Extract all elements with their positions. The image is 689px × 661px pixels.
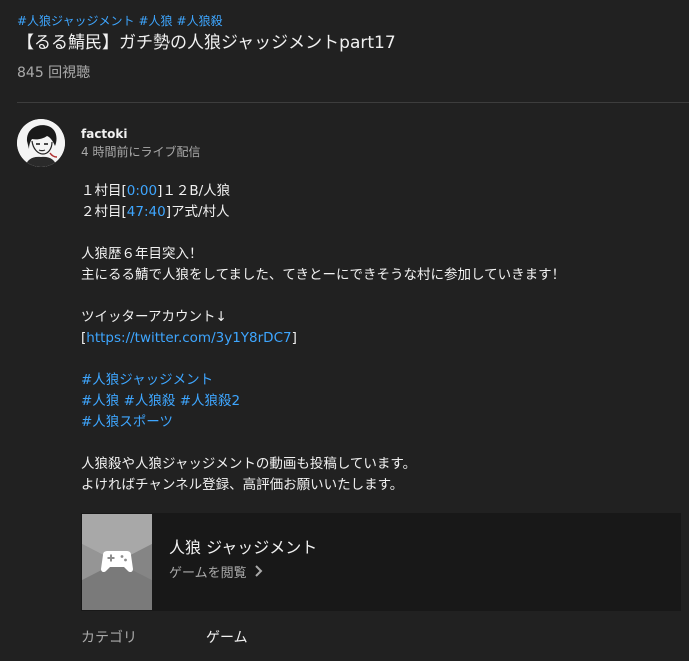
twitter-link[interactable]: https://twitter.com/3y1Y8rDC7 <box>86 330 291 346</box>
outro-line: 人狼殺や人狼ジャッジメントの動画も投稿しています。 <box>81 456 417 472</box>
top-hashtags: #人狼ジャッジメント #人狼 #人狼殺 <box>17 13 227 29</box>
intro-line: 人狼歴６年目突入！ <box>81 246 203 262</box>
category-label: カテゴリ <box>81 630 137 646</box>
hashtag-link[interactable]: #人狼 <box>138 14 172 28</box>
village-line-1: １村目[0:00]１２B/人狼 <box>81 183 231 199</box>
timestamp-link[interactable]: 47:40 <box>127 204 166 220</box>
hashtag-row: #人狼スポーツ <box>81 412 671 433</box>
publish-meta: 4 時間前にライブ配信 <box>81 145 201 159</box>
browse-game-label: ゲームを閲覧 <box>169 566 247 581</box>
hashtag-link[interactable]: #人狼殺 <box>124 393 176 409</box>
game-card[interactable]: 人狼 ジャッジメント ゲームを閲覧 <box>81 513 681 611</box>
game-title[interactable]: 人狼 ジャッジメント <box>169 537 317 559</box>
twitter-line: [https://twitter.com/3y1Y8rDC7] <box>81 330 297 346</box>
divider <box>17 102 689 103</box>
hashtag-row: #人狼 #人狼殺 #人狼殺2 <box>81 391 671 412</box>
hashtag-link[interactable]: #人狼 <box>81 393 119 409</box>
hashtag-link[interactable]: #人狼殺2 <box>180 393 240 409</box>
game-thumbnail-art <box>82 514 152 610</box>
hashtag-row: #人狼ジャッジメント <box>81 370 671 391</box>
avatar[interactable] <box>17 119 65 167</box>
timestamp-link[interactable]: 0:00 <box>127 183 157 199</box>
description: １村目[0:00]１２B/人狼 ２村目[47:40]ア式/村人 人狼歴６年目突入… <box>81 181 671 496</box>
view-count: 845 回視聴 <box>17 65 91 81</box>
video-description-page: #人狼ジャッジメント #人狼 #人狼殺 【るる鯖民】ガチ勢の人狼ジャッジメントpar… <box>0 0 689 661</box>
avatar-portrait-icon <box>17 119 65 167</box>
intro-line: 主にるる鯖で人狼をしてました、てきとーにできそうな村に参加していきます！ <box>81 267 566 283</box>
channel-name[interactable]: factoki <box>81 125 128 143</box>
hashtag-link[interactable]: #人狼ジャッジメント <box>17 14 134 28</box>
outro-line: よければチャンネル登録、高評価お願いいたします。 <box>81 477 404 493</box>
browse-game-link[interactable]: ゲームを閲覧 <box>169 565 263 583</box>
twitter-heading: ツイッターアカウント↓ <box>81 309 227 325</box>
hashtag-link[interactable]: #人狼スポーツ <box>81 414 173 430</box>
chevron-right-icon <box>253 565 263 583</box>
video-title: 【るる鯖民】ガチ勢の人狼ジャッジメントpart17 <box>17 33 396 53</box>
category-value[interactable]: ゲーム <box>206 628 248 648</box>
hashtag-link[interactable]: #人狼殺 <box>177 14 223 28</box>
hashtag-link[interactable]: #人狼ジャッジメント <box>81 372 213 388</box>
village-line-2: ２村目[47:40]ア式/村人 <box>81 204 230 220</box>
game-thumbnail[interactable] <box>82 514 152 610</box>
